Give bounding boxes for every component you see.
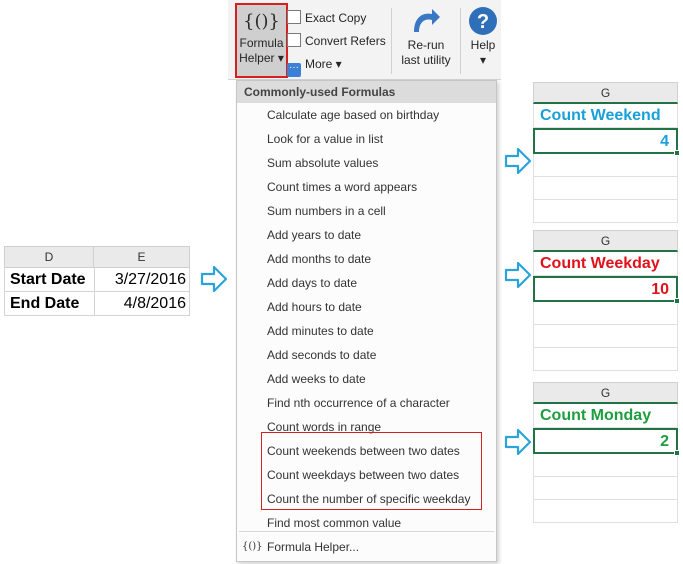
date-formulas-highlight [261,432,482,510]
count-monday-value: 2 [660,433,669,450]
ribbon-separator [391,8,392,74]
menu-item-add-weeks[interactable]: Add weeks to date [237,367,496,391]
menu-footer-label: Formula Helper... [267,540,360,554]
empty-row[interactable] [533,325,678,348]
exact-copy-label: Exact Copy [305,11,367,25]
rerun-last-utility-button[interactable]: Re-run last utility [395,6,457,68]
end-date-value-cell[interactable]: 4/8/2016 [95,292,190,315]
menu-item-add-months[interactable]: Add months to date [237,247,496,271]
menu-item-add-days[interactable]: Add days to date [237,271,496,295]
menu-item-sum-numbers-cell[interactable]: Sum numbers in a cell [237,199,496,223]
svg-text:?: ? [477,11,489,33]
column-header-g[interactable]: G [533,82,678,104]
empty-row[interactable] [533,454,678,477]
help-caret-icon: ▾ [479,53,487,67]
formula-helper-button[interactable]: {()} Formula Helper ▾ [235,3,288,78]
menu-item-count-word-times[interactable]: Count times a word appears [237,175,496,199]
empty-row[interactable] [533,500,678,523]
help-button[interactable]: ? Help ▾ [465,6,501,68]
more-dots-icon: ··· [287,63,301,77]
fill-handle[interactable] [674,150,680,156]
convert-refers-label: Convert Refers [305,34,386,48]
count-weekday-value-cell[interactable]: 10 [533,276,680,304]
rerun-label-2: last utility [401,53,451,67]
table-row: End Date 4/8/2016 [4,292,190,316]
menu-header: Commonly-used Formulas [237,81,496,103]
right-arrow-icon [504,428,532,456]
formula-braces-icon: {()} [242,541,263,552]
column-header-d[interactable]: D [5,247,94,267]
count-weekday-value: 10 [651,281,669,298]
count-weekend-value: 4 [660,133,669,150]
column-header-g[interactable]: G [533,382,678,404]
count-weekday-title-cell[interactable]: Count Weekday [533,252,678,276]
menu-item-calculate-age[interactable]: Calculate age based on birthday [237,103,496,127]
menu-item-add-minutes[interactable]: Add minutes to date [237,319,496,343]
start-date-value-cell[interactable]: 3/27/2016 [95,268,190,291]
exact-copy-button[interactable]: Exact Copy [287,8,366,28]
rerun-label-1: Re-run [407,38,445,52]
more-button[interactable]: ··· More ▾ [287,54,342,77]
fill-handle[interactable] [674,450,680,456]
count-monday-panel: G Count Monday 2 [533,382,680,523]
count-weekend-panel: G Count Weekend 4 [533,82,680,223]
empty-row[interactable] [533,477,678,500]
more-label: More ▾ [305,57,342,71]
count-monday-title-cell[interactable]: Count Monday [533,404,678,428]
end-date-label-cell[interactable]: End Date [5,292,95,315]
empty-row[interactable] [533,302,678,325]
right-arrow-icon [504,147,532,175]
right-arrow-icon [504,261,532,289]
rerun-arrow-icon [414,9,440,32]
menu-separator [239,531,494,532]
menu-item-add-hours[interactable]: Add hours to date [237,295,496,319]
convert-refers-icon [287,33,301,47]
menu-item-sum-absolute[interactable]: Sum absolute values [237,151,496,175]
count-weekend-value-cell[interactable]: 4 [533,128,680,156]
count-weekday-panel: G Count Weekday 10 [533,230,680,371]
fill-handle[interactable] [674,298,680,304]
help-label: Help [470,38,496,52]
formula-helper-label-1: Formula [239,36,284,50]
date-input-sheet: D E Start Date 3/27/2016 End Date 4/8/20… [4,246,190,316]
count-weekend-title-cell[interactable]: Count Weekend [533,104,678,128]
menu-item-add-years[interactable]: Add years to date [237,223,496,247]
table-row: Start Date 3/27/2016 [4,268,190,292]
empty-row[interactable] [533,348,678,371]
count-monday-value-cell[interactable]: 2 [533,428,680,456]
menu-item-look-for-value[interactable]: Look for a value in list [237,127,496,151]
column-header-g[interactable]: G [533,230,678,252]
empty-row[interactable] [533,177,678,200]
empty-row[interactable] [533,200,678,223]
menu-item-find-nth-occurrence[interactable]: Find nth occurrence of a character [237,391,496,415]
empty-row[interactable] [533,154,678,177]
formula-helper-label-2: Helper ▾ [239,51,284,65]
formula-braces-icon: {()} [243,11,280,32]
menu-item-add-seconds[interactable]: Add seconds to date [237,343,496,367]
right-arrow-icon [200,265,228,293]
ribbon-separator [460,8,461,74]
column-headers: D E [4,246,190,268]
help-icon: ? [469,7,497,35]
column-header-e[interactable]: E [94,247,189,267]
convert-refers-button[interactable]: Convert Refers [287,31,386,51]
menu-item-formula-helper[interactable]: {()} Formula Helper... [237,535,496,559]
copy-icon [287,10,301,24]
start-date-label-cell[interactable]: Start Date [5,268,95,291]
